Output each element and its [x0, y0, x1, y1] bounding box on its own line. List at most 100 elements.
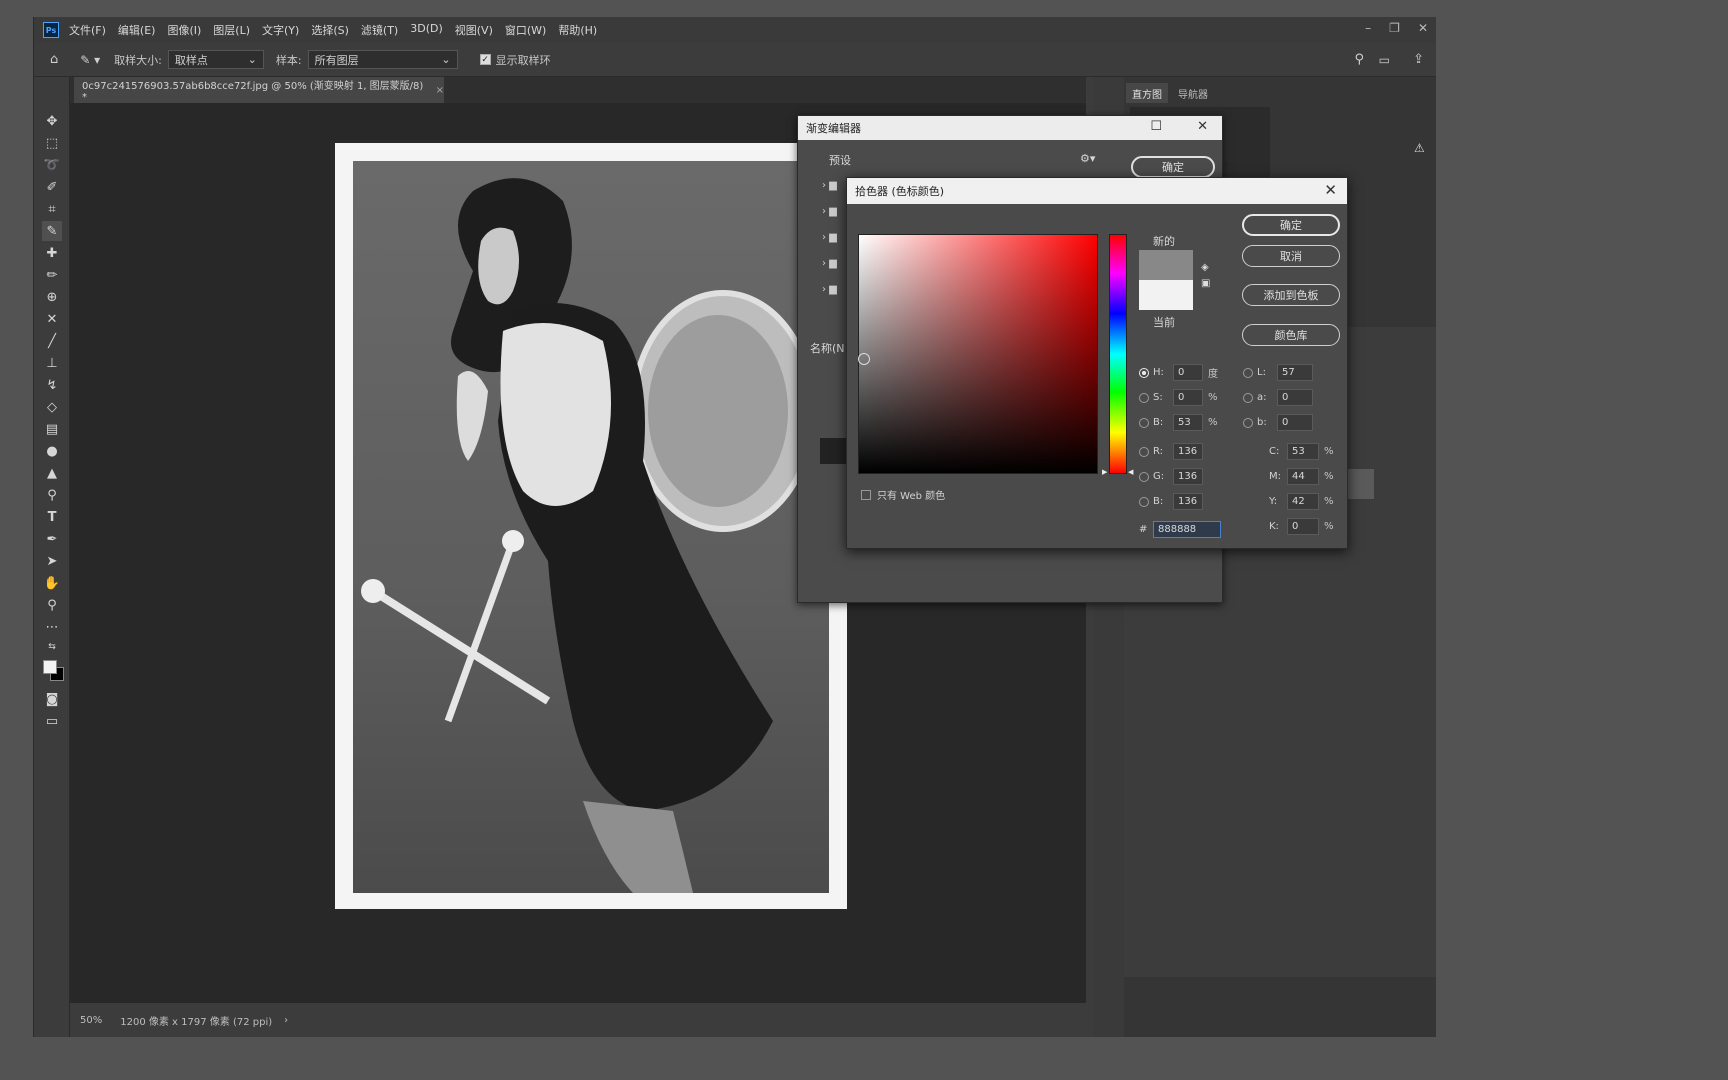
- foreground-color-swatch[interactable]: [43, 660, 57, 674]
- home-icon[interactable]: ⌂: [50, 52, 58, 67]
- current-color-swatch[interactable]: [1139, 280, 1193, 310]
- clone-stamp-tool-icon[interactable]: ⊥: [42, 353, 62, 373]
- zoom-level[interactable]: 50%: [80, 1015, 102, 1026]
- pen-tool-icon[interactable]: ✒: [42, 529, 62, 549]
- menu-help[interactable]: 帮助(H): [558, 22, 597, 38]
- hand-tool-icon[interactable]: ✋: [42, 573, 62, 593]
- folder-icon[interactable]: › ▆: [822, 232, 837, 243]
- close-tab-icon[interactable]: ×: [436, 85, 444, 96]
- lab-a-input[interactable]: 0: [1277, 389, 1313, 406]
- gear-icon[interactable]: ⚙▾: [1080, 152, 1095, 165]
- cancel-button[interactable]: 取消: [1242, 245, 1340, 267]
- menu-3d[interactable]: 3D(D): [410, 22, 443, 38]
- lasso-tool-icon[interactable]: ➰: [42, 155, 62, 175]
- warning-icon[interactable]: ⚠: [1414, 141, 1425, 155]
- quick-select-tool-icon[interactable]: ✐: [42, 177, 62, 197]
- eyedropper-tool-icon[interactable]: ✎ ▾: [80, 53, 100, 67]
- menu-filter[interactable]: 滤镜(T): [361, 22, 398, 38]
- patch-tool-icon[interactable]: ⊕: [42, 287, 62, 307]
- add-to-swatches-button[interactable]: 添加到色板: [1242, 284, 1340, 306]
- black-input[interactable]: 0: [1287, 518, 1319, 535]
- hue-slider-arrow-icon[interactable]: ▶: [1102, 468, 1107, 476]
- green-input[interactable]: 136: [1173, 468, 1203, 485]
- green-radio[interactable]: [1139, 471, 1149, 482]
- blue-radio[interactable]: [1139, 496, 1149, 507]
- eraser-tool-icon[interactable]: ◇: [42, 397, 62, 417]
- menu-select[interactable]: 选择(S): [311, 22, 349, 38]
- dodge-tool-icon[interactable]: ⚲: [42, 485, 62, 505]
- workspace-icon[interactable]: ▭: [1379, 53, 1390, 67]
- menu-window[interactable]: 窗口(W): [505, 22, 546, 38]
- ok-button[interactable]: 确定: [1242, 214, 1340, 236]
- close-icon[interactable]: ✕: [1324, 181, 1337, 199]
- ok-button[interactable]: 确定: [1131, 156, 1215, 178]
- gamut-warning-icon[interactable]: ◈: [1201, 262, 1209, 273]
- color-libraries-button[interactable]: 颜色库: [1242, 324, 1340, 346]
- folder-icon[interactable]: › ▆: [822, 258, 837, 269]
- lab-l-radio[interactable]: [1243, 367, 1253, 378]
- sample-select[interactable]: 所有图层 ⌄: [307, 50, 458, 69]
- share-icon[interactable]: ⇪: [1413, 52, 1424, 67]
- close-icon[interactable]: ✕: [1418, 21, 1428, 35]
- web-only-checkbox[interactable]: [861, 489, 871, 500]
- menu-file[interactable]: 文件(F): [69, 22, 106, 38]
- swap-colors-icon[interactable]: ⇆: [42, 637, 62, 657]
- tab-histogram[interactable]: 直方图: [1126, 83, 1168, 103]
- move-tool-icon[interactable]: ✥: [42, 111, 62, 131]
- menu-layer[interactable]: 图层(L): [213, 22, 250, 38]
- lab-b-input[interactable]: 0: [1277, 414, 1313, 431]
- menu-edit[interactable]: 编辑(E): [118, 22, 156, 38]
- saturation-input[interactable]: 0: [1173, 389, 1203, 406]
- lab-l-input[interactable]: 57: [1277, 364, 1313, 381]
- document-image[interactable]: [353, 161, 829, 893]
- chevron-right-icon[interactable]: ›: [284, 1015, 288, 1026]
- eyedropper-tool-icon[interactable]: ✎: [42, 221, 62, 241]
- web-safe-cube-icon[interactable]: ▣: [1201, 278, 1210, 289]
- menu-type[interactable]: 文字(Y): [262, 22, 299, 38]
- hex-input[interactable]: 888888: [1153, 521, 1221, 538]
- quick-mask-icon[interactable]: ◙: [42, 689, 62, 709]
- menu-view[interactable]: 视图(V): [455, 22, 493, 38]
- brightness-radio[interactable]: [1139, 417, 1149, 428]
- document-tab[interactable]: 0c97c241576903.57ab6b8cce72f.jpg @ 50% (…: [74, 77, 444, 103]
- brush-tool-icon[interactable]: ✏: [42, 265, 62, 285]
- menu-image[interactable]: 图像(I): [167, 22, 201, 38]
- zoom-tool-icon[interactable]: ⚲: [42, 595, 62, 615]
- minimize-icon[interactable]: –: [1365, 21, 1371, 35]
- folder-icon[interactable]: › ▆: [822, 206, 837, 217]
- type-tool-icon[interactable]: T: [42, 507, 62, 527]
- maximize-icon[interactable]: ☐: [1150, 119, 1162, 134]
- marquee-tool-icon[interactable]: ⬚: [42, 133, 62, 153]
- healing-brush-tool-icon[interactable]: ✚: [42, 243, 62, 263]
- hue-slider[interactable]: [1109, 234, 1127, 474]
- close-icon[interactable]: ✕: [1197, 119, 1208, 134]
- more-tools-icon[interactable]: ⋯: [42, 617, 62, 637]
- yellow-input[interactable]: 42: [1287, 493, 1319, 510]
- screen-mode-icon[interactable]: ▭: [42, 711, 62, 731]
- maximize-icon[interactable]: ❐: [1389, 21, 1400, 35]
- tab-navigator[interactable]: 导航器: [1172, 83, 1214, 103]
- hue-radio[interactable]: [1139, 367, 1149, 378]
- folder-icon[interactable]: › ▆: [822, 284, 837, 295]
- gradient-tool-icon[interactable]: ▤: [42, 419, 62, 439]
- hue-input[interactable]: 0: [1173, 364, 1203, 381]
- brightness-input[interactable]: 53: [1173, 414, 1203, 431]
- crop-tool-icon[interactable]: ⌗: [42, 199, 62, 219]
- cyan-input[interactable]: 53: [1287, 443, 1319, 460]
- magenta-input[interactable]: 44: [1287, 468, 1319, 485]
- history-brush-tool-icon[interactable]: ↯: [42, 375, 62, 395]
- saturation-brightness-field[interactable]: [858, 234, 1098, 474]
- blur-tool-icon[interactable]: ●: [42, 441, 62, 461]
- sharpen-tool-icon[interactable]: ▲: [42, 463, 62, 483]
- blue-input[interactable]: 136: [1173, 493, 1203, 510]
- path-select-tool-icon[interactable]: ➤: [42, 551, 62, 571]
- color-marker[interactable]: [858, 353, 870, 365]
- lab-b-radio[interactable]: [1243, 417, 1253, 428]
- lab-a-radio[interactable]: [1243, 392, 1253, 403]
- red-input[interactable]: 136: [1173, 443, 1203, 460]
- red-radio[interactable]: [1139, 446, 1149, 457]
- saturation-radio[interactable]: [1139, 392, 1149, 403]
- content-aware-move-icon[interactable]: ✕: [42, 309, 62, 329]
- paint-brush-icon[interactable]: ╱: [42, 331, 62, 351]
- search-icon[interactable]: ⚲: [1354, 52, 1364, 67]
